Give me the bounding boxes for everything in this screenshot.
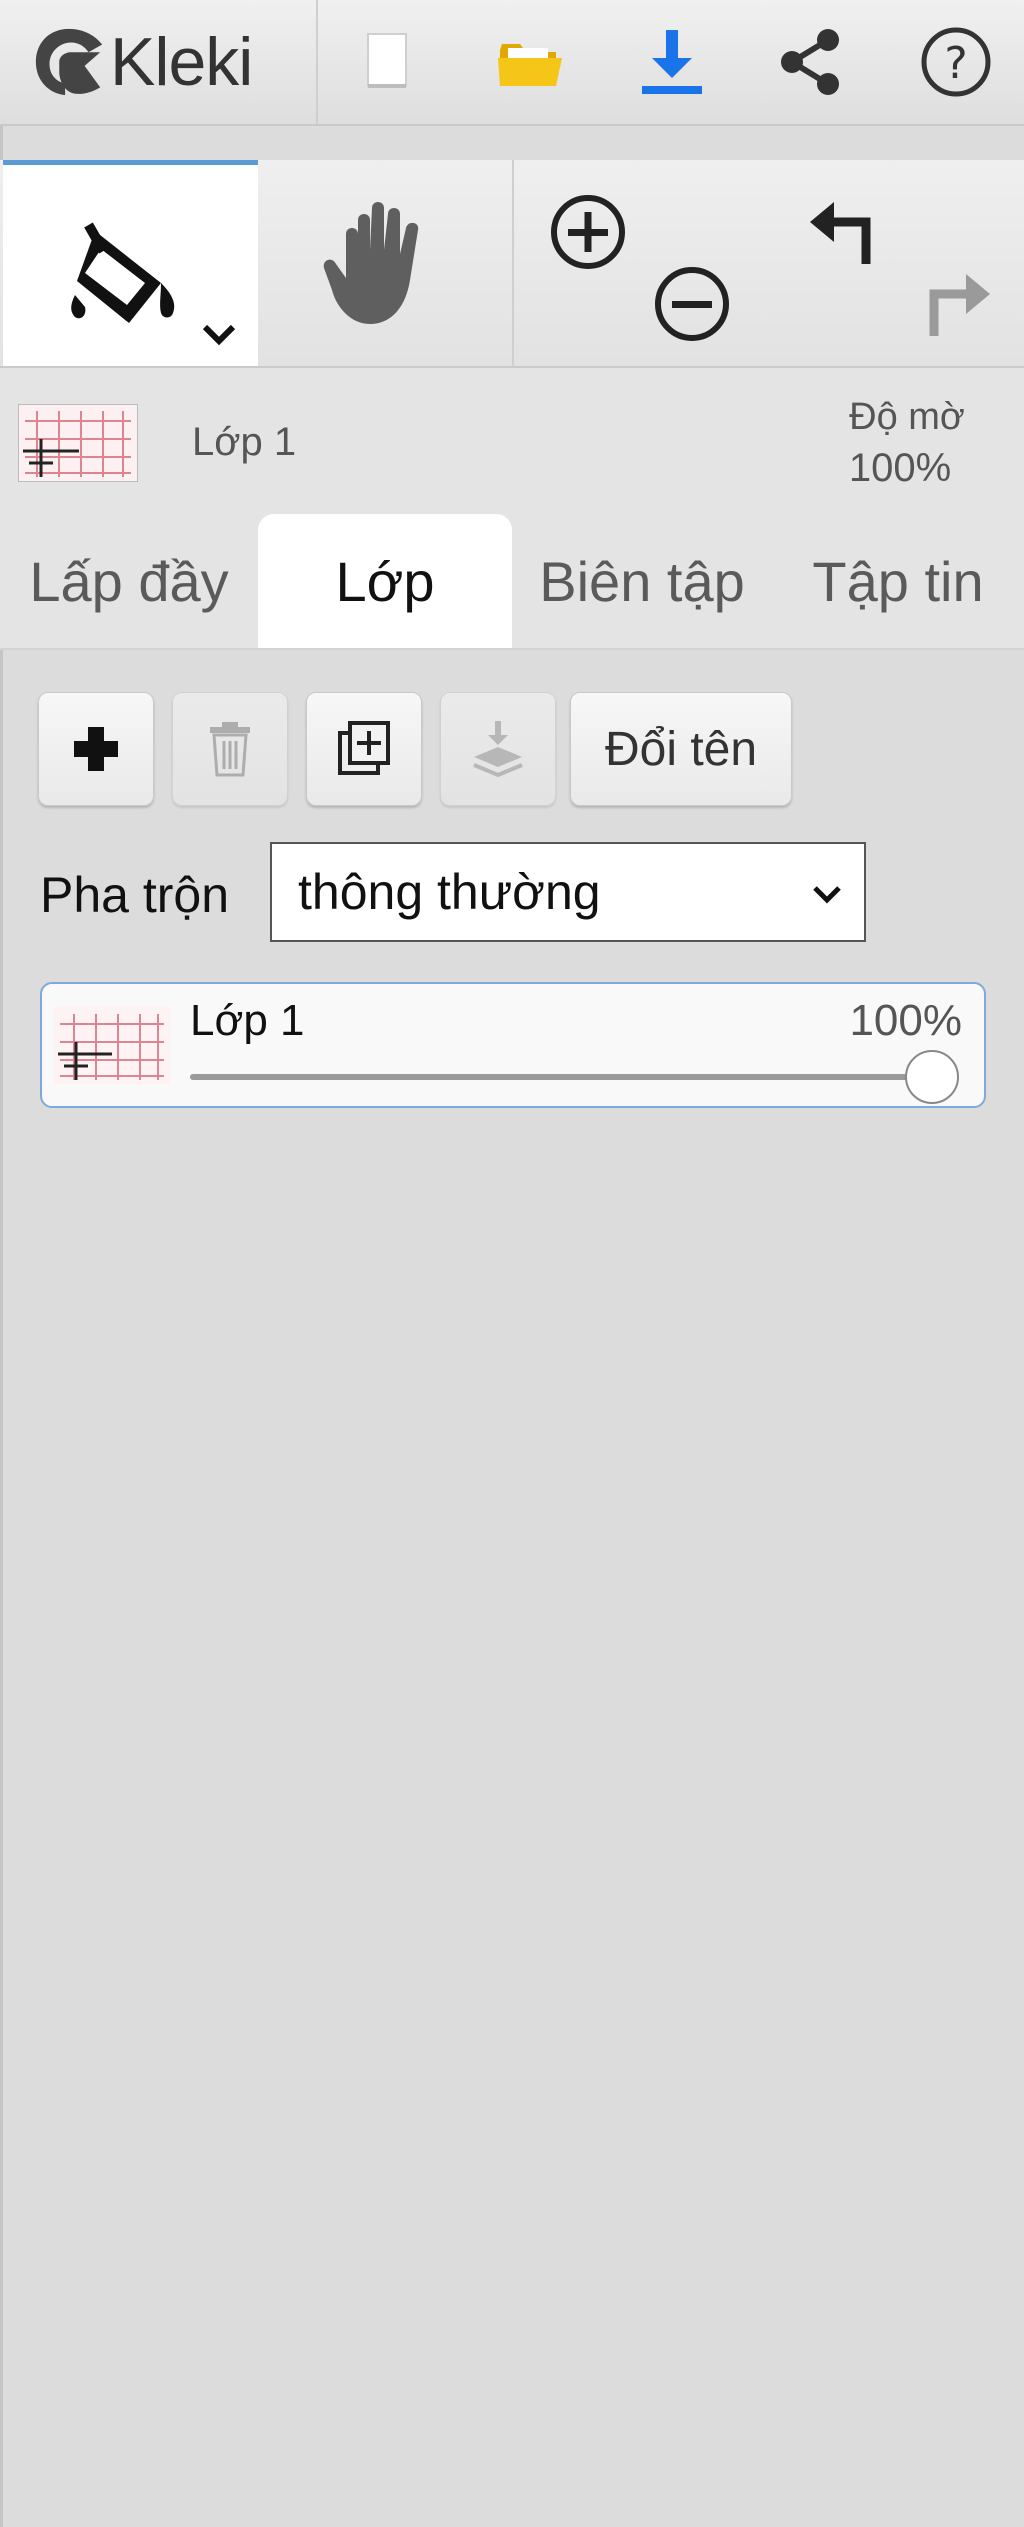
- chevron-down-icon[interactable]: [199, 317, 239, 351]
- zoom-out-button[interactable]: [650, 262, 734, 346]
- tab-fill[interactable]: Lấp đầy: [0, 514, 258, 648]
- top-bar: Kleki ?: [0, 0, 1024, 126]
- open-file-button[interactable]: [480, 12, 580, 112]
- merge-layer-down-button[interactable]: [440, 692, 556, 806]
- trash-icon: [210, 722, 250, 777]
- undo-button[interactable]: [800, 188, 890, 272]
- layer-preview-thumbnail[interactable]: [18, 404, 138, 482]
- plus-icon: [74, 727, 118, 771]
- layer-opacity-percent: 100%: [849, 996, 962, 1045]
- layer-name: Lớp 1: [190, 996, 305, 1045]
- hand-icon: [323, 202, 419, 324]
- toolbar-divider: [512, 160, 514, 366]
- chevron-down-icon: [813, 886, 841, 904]
- tab-layers[interactable]: Lớp: [258, 514, 512, 648]
- new-image-button[interactable]: [338, 12, 438, 112]
- help-icon: ?: [921, 27, 991, 97]
- undo-icon: [810, 202, 871, 264]
- layer-thumbnail-image: [54, 1006, 170, 1084]
- zoom-in-icon: [551, 195, 625, 269]
- layer-preview-bar: Lớp 1 Độ mờ 100%: [0, 368, 1024, 514]
- open-folder-icon: [498, 44, 562, 86]
- share-icon: [781, 29, 839, 95]
- layer-opacity-slider[interactable]: [190, 1050, 959, 1104]
- delete-layer-button[interactable]: [172, 692, 288, 806]
- add-layer-button[interactable]: [38, 692, 154, 806]
- rename-layer-button[interactable]: Đổi tên: [570, 692, 792, 806]
- help-button[interactable]: ?: [906, 12, 1006, 112]
- paint-bucket-icon: [71, 222, 175, 323]
- duplicate-layer-button[interactable]: [306, 692, 422, 806]
- blend-mode-select[interactable]: thông thường: [270, 842, 866, 942]
- tool-toolbar: [0, 160, 1024, 368]
- save-download-button[interactable]: [622, 12, 722, 112]
- blend-mode-value: thông thường: [298, 864, 601, 920]
- new-image-icon: [367, 33, 407, 88]
- duplicate-icon: [338, 721, 390, 775]
- layer-thumbnail-image: [19, 405, 137, 481]
- layer-opacity-slider-thumb[interactable]: [905, 1050, 959, 1104]
- hand-tool-button[interactable]: [262, 160, 512, 366]
- layer-list-item[interactable]: Lớp 1 100%: [40, 982, 986, 1108]
- layer-opacity-value: 100%: [848, 446, 952, 490]
- zoom-in-button[interactable]: [546, 190, 630, 274]
- kleki-logo[interactable]: Kleki: [30, 10, 320, 114]
- redo-button[interactable]: [910, 260, 1000, 344]
- panel-tabs: Lấp đầy Lớp Biên tập Tập tin: [0, 514, 1024, 650]
- layer-thumbnail: [54, 1006, 170, 1084]
- layer-preview-name: Lớp 1: [192, 420, 297, 464]
- tab-file[interactable]: Tập tin: [772, 514, 1024, 648]
- kleki-bird-icon: [35, 28, 103, 96]
- merge-down-icon: [473, 721, 523, 778]
- top-divider: [316, 0, 318, 124]
- tab-edit[interactable]: Biên tập: [512, 514, 772, 648]
- layer-opacity-label: Độ mờ: [849, 396, 965, 438]
- redo-icon: [929, 274, 990, 336]
- blend-mode-label: Pha trộn: [40, 867, 230, 923]
- paint-bucket-tool-button[interactable]: [3, 160, 258, 366]
- download-icon: [642, 30, 702, 94]
- app-name: Kleki: [110, 24, 253, 100]
- share-button[interactable]: [760, 12, 860, 112]
- svg-text:?: ?: [944, 38, 967, 89]
- zoom-out-icon: [655, 267, 729, 341]
- rename-label: Đổi tên: [604, 722, 758, 776]
